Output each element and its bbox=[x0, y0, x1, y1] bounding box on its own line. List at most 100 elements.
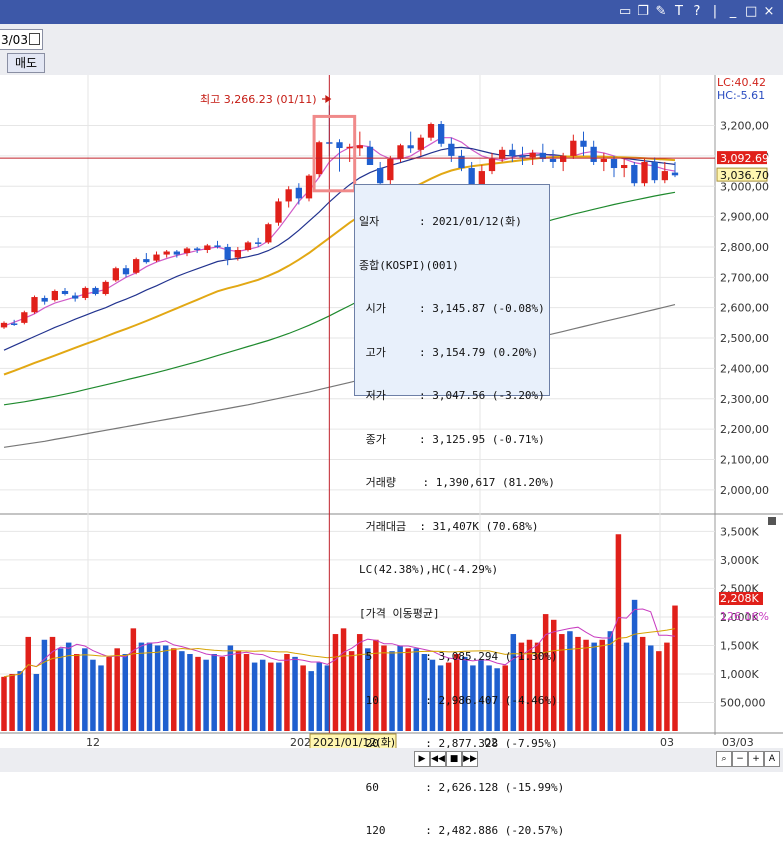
volume-bar bbox=[90, 659, 96, 731]
tooltip-line: 저가 : 3,047.56 (-3.20%) bbox=[359, 389, 545, 402]
candle-body bbox=[275, 201, 282, 223]
last-price-label: 3,036.70 bbox=[720, 169, 769, 182]
volume-bar bbox=[41, 639, 48, 731]
tooltip-line: 고가 : 3,154.79 (0.20%) bbox=[359, 345, 539, 359]
tool-icon[interactable]: ✎ bbox=[655, 3, 667, 21]
nav-next-icon[interactable]: ▶ bbox=[414, 751, 430, 767]
volume-bar bbox=[235, 651, 242, 731]
volume-ma-line bbox=[3, 608, 676, 678]
window-icon[interactable]: ▭ bbox=[619, 3, 631, 21]
volume-bar bbox=[122, 654, 129, 731]
candle-body bbox=[336, 142, 343, 148]
volume-bar bbox=[138, 642, 145, 731]
candle-body bbox=[356, 145, 363, 149]
volume-bar bbox=[607, 631, 614, 731]
candle-body bbox=[214, 245, 221, 247]
zoom-in-icon[interactable]: + bbox=[748, 751, 764, 767]
volume-bar bbox=[615, 534, 622, 731]
price-tick-label: 2,500,00 bbox=[720, 332, 769, 345]
panel-menu-icon[interactable] bbox=[768, 517, 776, 525]
volume-bar bbox=[623, 642, 630, 731]
font-size-icon[interactable]: A bbox=[764, 751, 780, 767]
candle-body bbox=[488, 158, 496, 172]
zoom-out-icon[interactable]: − bbox=[732, 751, 748, 767]
candle-body bbox=[448, 143, 455, 156]
hc-label: HC:-5.61 bbox=[717, 89, 765, 102]
candle-body bbox=[61, 290, 69, 295]
maximize-icon[interactable]: □ bbox=[745, 3, 757, 21]
tooltip-line: 120 : 2,482.886 (-20.57%) bbox=[359, 824, 565, 837]
candle-body bbox=[346, 146, 353, 149]
volume-bar bbox=[243, 654, 250, 731]
volume-bar bbox=[179, 651, 185, 731]
nav-rewind-icon[interactable]: ◀◀ bbox=[430, 751, 446, 767]
volume-bar bbox=[146, 642, 153, 731]
volume-bar bbox=[639, 636, 646, 731]
volume-bar bbox=[195, 656, 201, 731]
calendar-icon[interactable] bbox=[29, 33, 40, 45]
date-value: 3/03 bbox=[1, 33, 28, 47]
candle-body bbox=[590, 146, 597, 162]
volume-bar bbox=[259, 659, 266, 731]
sell-button[interactable]: 매도 bbox=[7, 53, 45, 73]
max-annotation: 최고 3,266.23 (01/11) bbox=[200, 93, 317, 106]
window-titlebar: ▭ ❐ ✎ T ? | _ □ × bbox=[0, 0, 783, 24]
candle-body bbox=[72, 295, 79, 299]
candle-body bbox=[82, 287, 89, 298]
price-tick-label: 2,800,00 bbox=[720, 241, 769, 254]
volume-bar bbox=[550, 619, 557, 731]
volume-bar bbox=[268, 662, 274, 731]
chart-navigation-bar: ▶ ◀◀ ■ ▶▶ ⌕ − + A bbox=[0, 748, 783, 772]
candle-body bbox=[570, 140, 577, 156]
candle-body bbox=[122, 268, 130, 275]
tooltip-line: 종가 : 3,125.95 (-0.71%) bbox=[359, 432, 545, 446]
candle-body bbox=[234, 250, 241, 258]
volume-bar bbox=[211, 654, 217, 731]
separator-icon: | bbox=[712, 4, 718, 19]
price-tick-label: 2,000,00 bbox=[720, 484, 769, 497]
volume-bar bbox=[276, 662, 282, 731]
candle-body bbox=[204, 245, 211, 250]
volume-bar bbox=[308, 671, 314, 731]
price-tick-label: 2,100,00 bbox=[720, 453, 769, 466]
volume-bar bbox=[575, 636, 581, 731]
toolbar: 3/03 매도 bbox=[0, 24, 783, 76]
lc-label: LC:40.42 bbox=[717, 76, 766, 89]
candle-body bbox=[31, 297, 38, 313]
zoom-search-icon[interactable]: ⌕ bbox=[716, 751, 732, 767]
tooltip-line: 60 : 2,626.128 (-15.99%) bbox=[359, 780, 565, 794]
volume-bar bbox=[332, 634, 339, 731]
volume-bar bbox=[114, 648, 120, 731]
help-icon[interactable]: ? bbox=[691, 3, 703, 21]
candle-body bbox=[651, 161, 658, 181]
volume-bar bbox=[25, 636, 32, 731]
close-icon[interactable]: × bbox=[763, 3, 775, 21]
volume-bar bbox=[219, 656, 226, 731]
price-tick-label: 2,900,00 bbox=[720, 211, 769, 224]
volume-bar bbox=[300, 665, 306, 731]
volume-tick-label: 500,000 bbox=[720, 696, 766, 709]
candle-body bbox=[641, 161, 648, 184]
volume-bar bbox=[647, 645, 654, 731]
tooltip-line: 10 : 2,986.407 (-4.46%) bbox=[359, 693, 558, 707]
candle-body bbox=[387, 158, 394, 181]
volume-bar bbox=[292, 656, 298, 731]
candle-body bbox=[295, 187, 302, 199]
candle-body bbox=[509, 149, 516, 156]
candle-body bbox=[21, 312, 28, 323]
candle-body bbox=[173, 251, 180, 255]
volume-bar bbox=[583, 639, 589, 731]
price-tick-label: 2,600,00 bbox=[720, 302, 769, 315]
crosshair-price-label: 3,092.69 bbox=[720, 152, 769, 165]
volume-bar bbox=[348, 651, 355, 731]
minimize-icon[interactable]: _ bbox=[727, 3, 739, 21]
volume-bar bbox=[631, 599, 638, 731]
nav-stop-icon[interactable]: ■ bbox=[446, 751, 462, 767]
volume-tick-label: 1,500K bbox=[720, 639, 759, 652]
date-input[interactable]: 3/03 bbox=[0, 29, 43, 50]
nav-forward-icon[interactable]: ▶▶ bbox=[462, 751, 478, 767]
price-tick-label: 2,700,00 bbox=[720, 271, 769, 284]
text-icon[interactable]: T bbox=[673, 3, 685, 21]
layout-icon[interactable]: ❐ bbox=[637, 3, 649, 21]
volume-bar bbox=[33, 673, 40, 731]
